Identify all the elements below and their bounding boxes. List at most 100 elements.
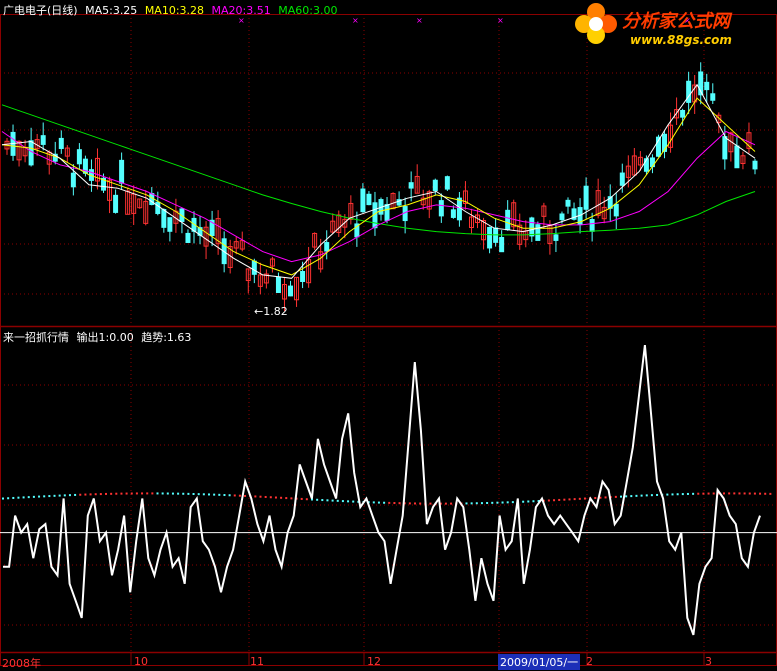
trend-dot-127 bbox=[656, 493, 659, 496]
candle-body-67 bbox=[408, 182, 414, 189]
candle-body-119 bbox=[722, 136, 728, 160]
trend-dot-19 bbox=[99, 493, 102, 496]
candle-body-121 bbox=[734, 145, 740, 169]
candle-body-27 bbox=[167, 217, 173, 232]
trend-dot-1 bbox=[7, 497, 10, 500]
trend-dot-6 bbox=[32, 495, 35, 498]
trend-dot-147 bbox=[759, 492, 762, 495]
trend-dot-76 bbox=[393, 502, 396, 505]
trend-dot-140 bbox=[723, 492, 725, 495]
trend-dot-144 bbox=[743, 492, 746, 495]
trend-dot-29 bbox=[151, 492, 154, 495]
trend-dot-59 bbox=[305, 498, 308, 501]
trend-dot-4 bbox=[22, 496, 25, 499]
trend-dot-47 bbox=[244, 494, 247, 497]
top-marker-2: × bbox=[416, 16, 423, 25]
trend-dot-77 bbox=[398, 502, 401, 505]
top-marker-1: × bbox=[352, 16, 359, 25]
trend-dot-5 bbox=[27, 496, 30, 499]
trend-dot-97 bbox=[501, 501, 504, 504]
trend-dot-39 bbox=[202, 493, 205, 496]
candle-body-53 bbox=[324, 242, 330, 252]
trend-dot-30 bbox=[156, 492, 159, 495]
indicator-header: 来一招抓行情 输出1:0.00 趋势:1.63 bbox=[3, 329, 195, 345]
trend-dot-108 bbox=[558, 498, 561, 501]
candle-body-60 bbox=[366, 193, 372, 206]
trend-dot-23 bbox=[120, 492, 123, 495]
trend-dot-38 bbox=[197, 493, 200, 496]
trend-dot-31 bbox=[161, 492, 164, 495]
trend-dot-143 bbox=[738, 492, 741, 495]
trend-dot-145 bbox=[748, 492, 751, 495]
candle-body-80 bbox=[487, 226, 493, 249]
trend-dot-3 bbox=[17, 496, 20, 499]
trend-dot-18 bbox=[94, 493, 97, 496]
chart-header: 广电电子(日线) MA5:3.25 MA10:3.28 MA20:3.51 MA… bbox=[3, 2, 341, 18]
candle-body-101 bbox=[613, 203, 619, 217]
trend-dot-68 bbox=[352, 500, 355, 503]
trend-dot-2 bbox=[12, 496, 15, 499]
trend-dot-55 bbox=[285, 497, 288, 500]
candle-body-113 bbox=[686, 80, 692, 103]
candle-body-63 bbox=[384, 204, 390, 221]
trend-dot-146 bbox=[753, 492, 756, 495]
trend-dot-35 bbox=[182, 492, 185, 495]
candle-body-87 bbox=[529, 217, 535, 237]
candle-body-25 bbox=[155, 201, 161, 214]
trend-dot-98 bbox=[506, 501, 509, 504]
trend-dot-123 bbox=[635, 494, 638, 497]
trend-dot-22 bbox=[115, 492, 118, 495]
trend-dot-133 bbox=[686, 492, 689, 495]
flower-logo-icon bbox=[575, 3, 617, 44]
trend-dot-110 bbox=[568, 498, 571, 501]
trend-dot-73 bbox=[377, 501, 380, 504]
trend-dot-56 bbox=[290, 497, 293, 500]
trend-dot-75 bbox=[388, 501, 391, 504]
candle-body-75 bbox=[456, 197, 462, 221]
candle-body-88 bbox=[535, 224, 541, 241]
candle-body-109 bbox=[662, 133, 668, 152]
trend-dot-58 bbox=[300, 497, 303, 500]
trend-dot-122 bbox=[630, 495, 633, 498]
candle-body-73 bbox=[444, 176, 450, 190]
trend-dot-16 bbox=[84, 493, 87, 496]
trend-dot-0 bbox=[2, 497, 4, 500]
top-marker-3: × bbox=[497, 16, 504, 25]
trend-dot-61 bbox=[316, 498, 319, 501]
candle-body-9 bbox=[58, 137, 64, 149]
candle-body-97 bbox=[589, 218, 595, 232]
stock-name: 广电电子(日线) bbox=[3, 4, 78, 17]
trend-dot-124 bbox=[640, 494, 643, 497]
candle-body-71 bbox=[432, 179, 438, 191]
candle-body-18 bbox=[113, 194, 119, 213]
trend-dot-49 bbox=[254, 495, 257, 498]
trend-dot-53 bbox=[274, 496, 277, 499]
trend-dot-15 bbox=[79, 493, 82, 496]
trend-dot-7 bbox=[38, 495, 41, 498]
trend-dot-119 bbox=[614, 495, 617, 498]
trend-dot-109 bbox=[563, 498, 566, 501]
trend-dot-95 bbox=[491, 501, 494, 504]
ma20-value: MA20:3.51 bbox=[211, 4, 271, 17]
trend-dot-113 bbox=[583, 497, 586, 500]
x-label-2008: 2008年 bbox=[2, 657, 41, 670]
trend-dot-10 bbox=[53, 494, 56, 497]
ma10-value: MA10:3.28 bbox=[144, 4, 205, 17]
trend-dot-41 bbox=[213, 493, 216, 496]
low-price-marker: ←1.82 bbox=[254, 305, 288, 318]
trend-dot-13 bbox=[68, 494, 71, 497]
trend-dot-40 bbox=[208, 493, 210, 496]
trend-dot-126 bbox=[650, 494, 653, 497]
x-label-12: 12 bbox=[367, 655, 381, 668]
trend-dot-99 bbox=[511, 501, 514, 504]
trend-dot-94 bbox=[486, 501, 489, 504]
candle-body-83 bbox=[505, 209, 511, 231]
trend-dot-107 bbox=[553, 499, 556, 502]
trend-dot-129 bbox=[666, 493, 669, 496]
trend-dot-141 bbox=[728, 492, 731, 495]
trend-dot-52 bbox=[269, 496, 272, 499]
trend-dot-148 bbox=[764, 492, 767, 495]
trend-dot-130 bbox=[671, 493, 674, 496]
candle-body-49 bbox=[300, 271, 306, 282]
candle-body-19 bbox=[119, 159, 125, 184]
